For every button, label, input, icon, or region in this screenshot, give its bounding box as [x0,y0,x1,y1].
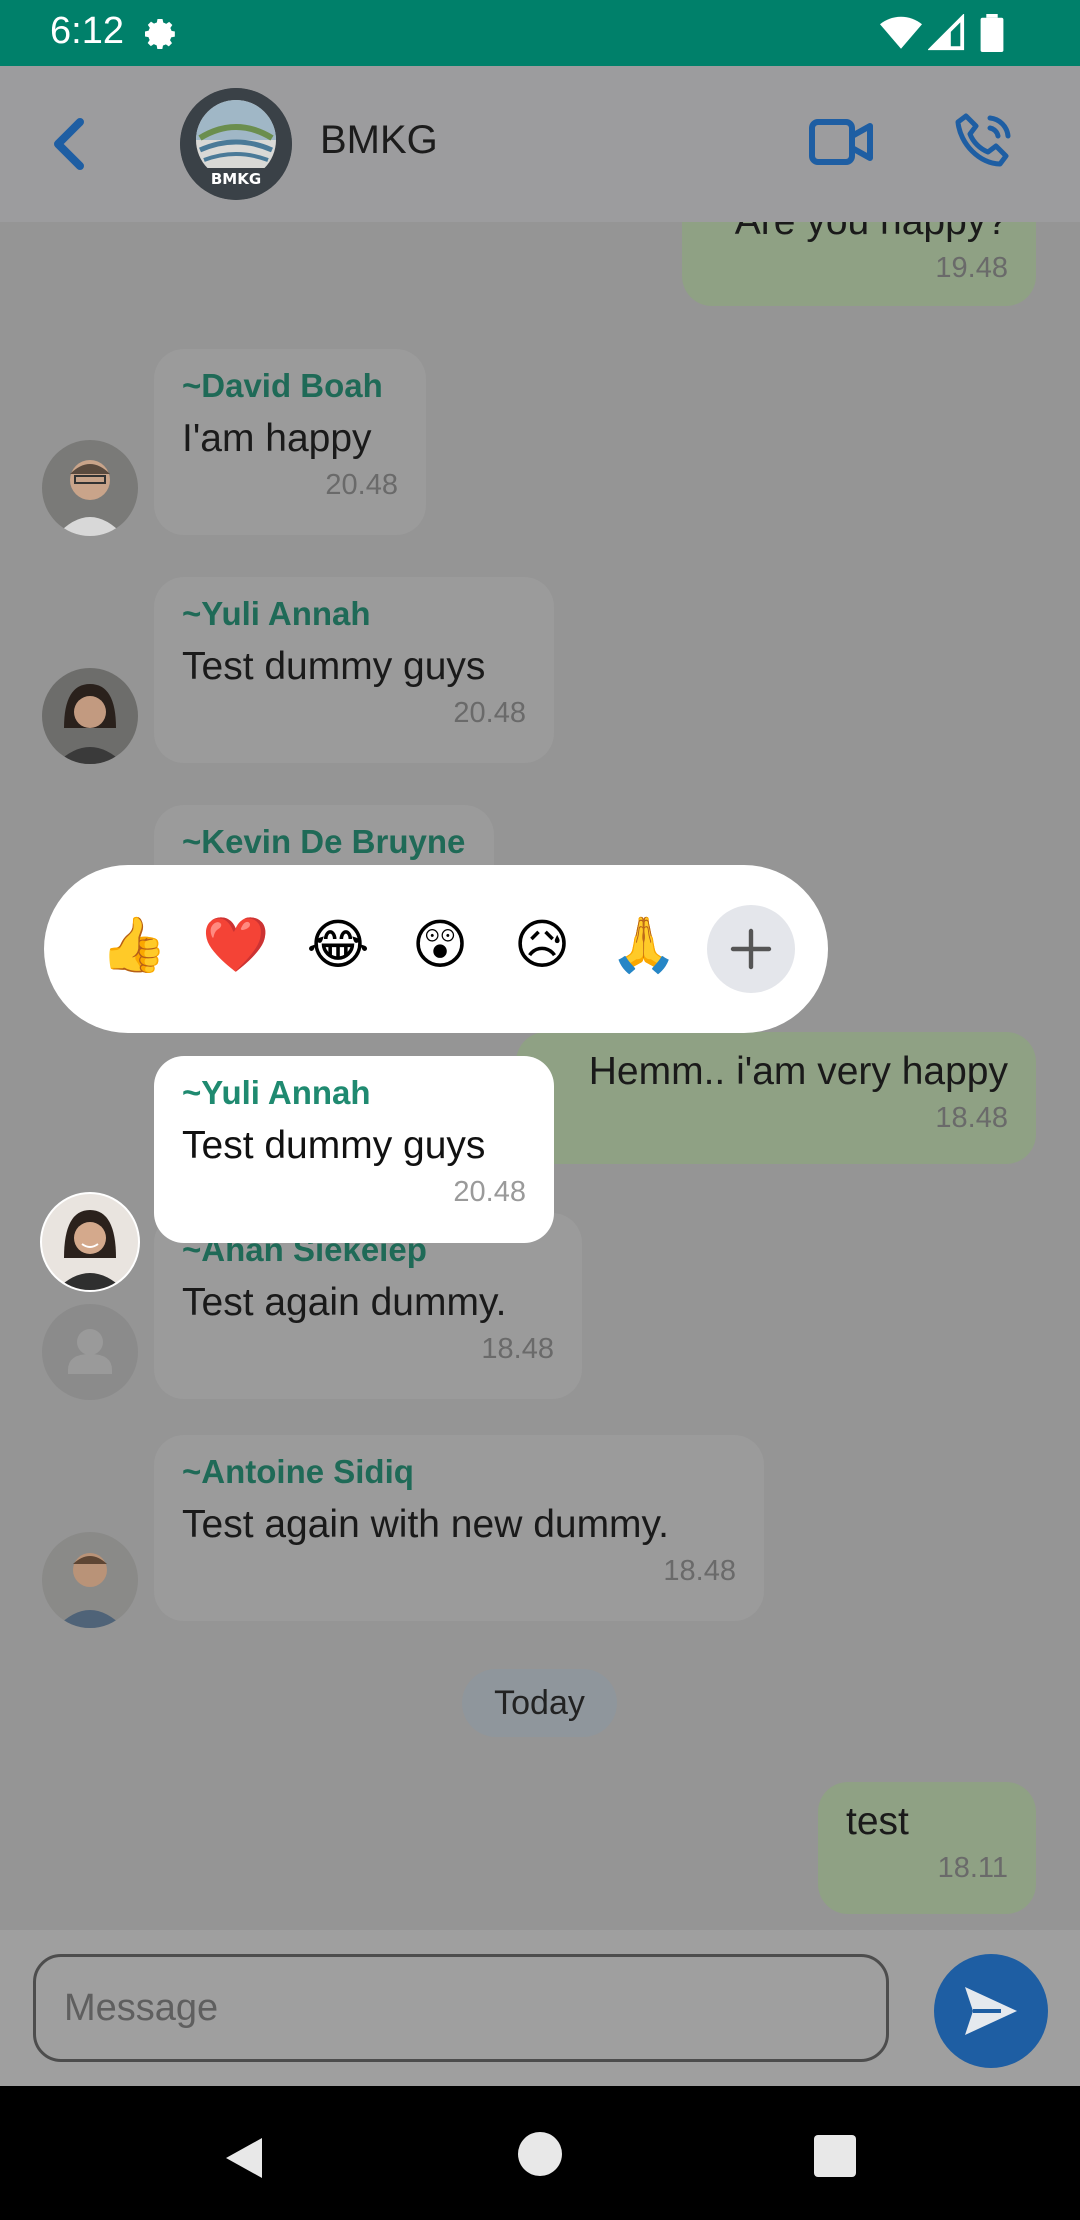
avatar[interactable] [42,1304,138,1400]
reaction-picker: 👍 ❤️ 😂 😲 😥 🙏 [44,865,828,1033]
plus-icon [730,928,772,970]
reaction-pray[interactable]: 🙏 [608,913,680,977]
more-reactions-button[interactable] [707,905,795,993]
nav-recents-icon[interactable] [814,2135,856,2181]
message-time: 20.48 [325,469,398,501]
message-text: Hemm.. i'am very happy [588,1050,1008,1093]
group-avatar[interactable]: BMKG [180,88,292,200]
message-time: 20.48 [453,1176,526,1208]
reaction-sad[interactable]: 😥 [506,913,578,976]
chat-header: BMKG BMKG [0,66,1080,222]
nav-back-icon[interactable] [222,2134,266,2186]
reaction-surprised[interactable]: 😲 [404,913,476,976]
message-sender: ~Kevin De Bruyne [182,823,466,860]
chat-title[interactable]: BMKG [320,118,438,163]
message-time: 18.48 [481,1333,554,1365]
message-text: Test dummy guys [182,1124,486,1167]
message-bubble[interactable]: Are you happy? 19.48 [682,222,1036,306]
settings-icon [140,14,180,58]
message-bubble[interactable]: ~Antoine Sidiq Test again with new dummy… [154,1435,764,1621]
message-sender: ~David Boah [182,367,383,404]
avatar[interactable] [42,668,138,764]
message-bubble[interactable]: test 18.11 [818,1782,1036,1914]
reaction-heart[interactable]: ❤️ [200,913,272,977]
signal-icon [927,13,966,56]
message-time: 18.48 [663,1555,736,1587]
send-button[interactable] [934,1954,1048,2068]
message-sender: ~Antoine Sidiq [182,1453,414,1490]
message-time: 20.48 [453,697,526,729]
selected-avatar[interactable] [40,1192,140,1292]
avatar-text: BMKG [211,170,261,188]
wifi-icon [880,14,922,56]
message-text: I'am happy [182,417,372,460]
selected-message[interactable]: ~Yuli Annah Test dummy guys 20.48 [154,1056,554,1243]
message-text: Test dummy guys [182,645,486,688]
message-input[interactable]: Message [33,1954,889,2062]
message-bubble[interactable]: ~David Boah I'am happy 20.48 [154,349,426,535]
message-sender: ~Yuli Annah [182,1074,371,1111]
back-icon[interactable] [48,116,88,176]
message-text: Test again dummy. [182,1281,507,1324]
status-bar: 6:12 [0,0,1080,66]
message-time: 18.11 [937,1852,1008,1884]
message-input-placeholder: Message [64,1987,219,2029]
message-text: Are you happy? [710,222,1008,244]
phone-call-icon[interactable] [950,110,1016,180]
video-call-icon[interactable] [808,116,874,172]
system-nav-bar [0,2086,1080,2220]
message-time: 19.48 [935,252,1008,284]
message-sender: ~Yuli Annah [182,595,371,632]
message-text: test [846,1800,909,1843]
message-composer: Message [0,1930,1080,2086]
status-time: 6:12 [50,10,124,52]
message-time: 18.48 [935,1102,1008,1134]
date-separator: Today [462,1669,617,1737]
send-icon [965,1987,1017,2035]
avatar[interactable] [42,1532,138,1628]
reaction-laugh[interactable]: 😂 [302,913,374,976]
message-text: Test again with new dummy. [182,1503,669,1546]
nav-home-icon[interactable] [518,2132,562,2180]
battery-icon [980,14,1004,56]
message-bubble[interactable]: ~Yuli Annah Test dummy guys 20.48 [154,577,554,763]
avatar[interactable] [42,440,138,536]
reaction-thumbs-up[interactable]: 👍 [98,913,170,977]
message-bubble[interactable]: Hemm.. i'am very happy 18.48 [516,1032,1036,1164]
